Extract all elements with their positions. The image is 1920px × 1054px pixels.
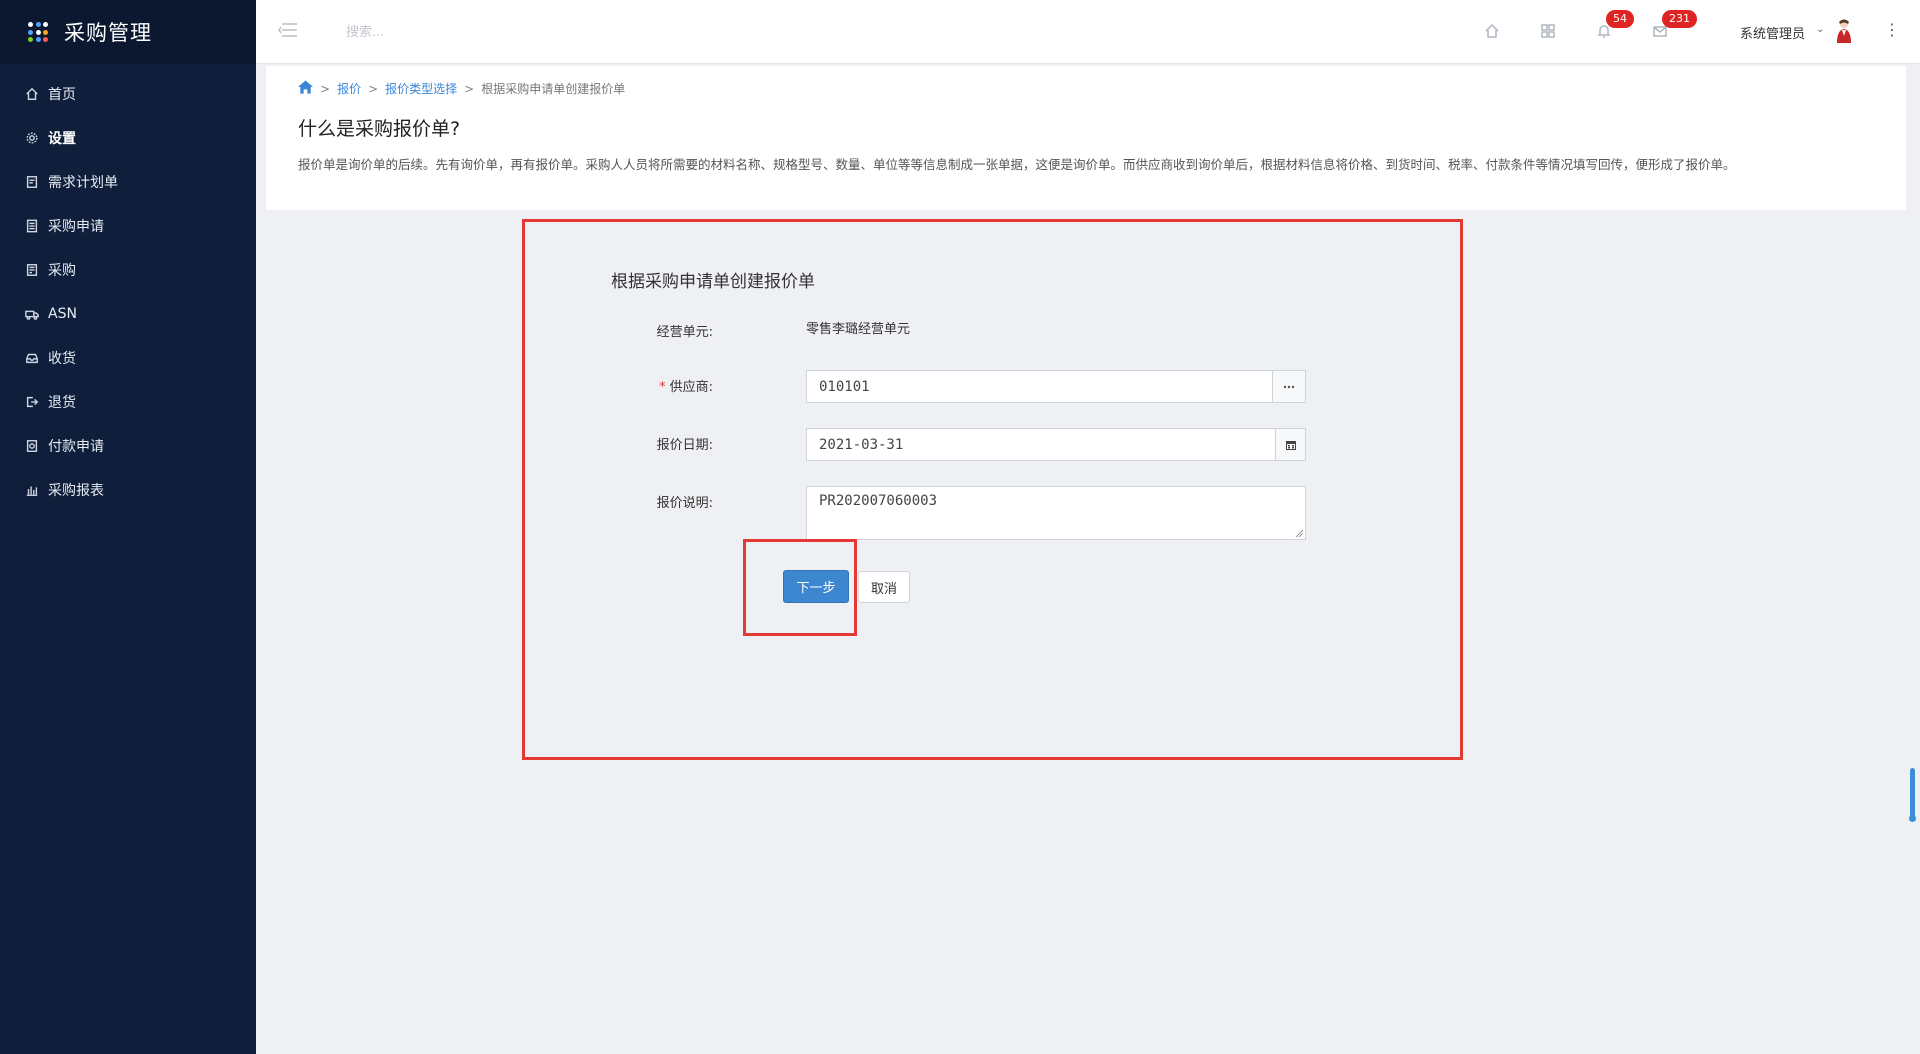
page-scrollbar-track[interactable] bbox=[1906, 64, 1920, 1054]
list-document-icon bbox=[24, 262, 40, 278]
logo-dot bbox=[35, 22, 41, 27]
truck-icon bbox=[24, 306, 40, 322]
topbar: 54 231 系统管理员 ⌄ ⋮ bbox=[256, 0, 1920, 64]
business-unit-value: 零售李璐经营单元 bbox=[806, 322, 911, 337]
inbox-icon bbox=[24, 350, 40, 366]
logo-dot bbox=[28, 29, 33, 35]
form-title: 根据采购申请单创建报价单 bbox=[611, 272, 815, 292]
message-icon[interactable]: 231 bbox=[1650, 10, 1697, 41]
document-icon bbox=[24, 174, 40, 190]
sidebar-item-6[interactable]: 收货 bbox=[0, 336, 256, 380]
sidebar-item-4[interactable]: 采购 bbox=[0, 248, 256, 292]
sidebar-header: 采购管理 bbox=[0, 0, 256, 64]
quote-date-input[interactable] bbox=[806, 428, 1276, 461]
quote-note-label: 报价说明: bbox=[656, 496, 713, 511]
gear-icon bbox=[24, 130, 40, 146]
sidebar-item-label: 退货 bbox=[48, 395, 76, 411]
breadcrumb-link-quote[interactable]: 报价 bbox=[337, 80, 361, 97]
logo-dot bbox=[43, 29, 48, 35]
resize-grip-icon[interactable] bbox=[1294, 528, 1304, 538]
supplier-input[interactable] bbox=[806, 370, 1273, 403]
sidebar-item-7[interactable]: 退货 bbox=[0, 380, 256, 424]
calendar-button[interactable] bbox=[1276, 428, 1306, 461]
supplier-lookup-button[interactable] bbox=[1273, 370, 1306, 403]
page-title: 什么是采购报价单? bbox=[298, 118, 461, 140]
supplier-label: * 供应商: bbox=[623, 376, 713, 395]
ellipsis-icon bbox=[1283, 385, 1295, 388]
breadcrumb-separator: > bbox=[464, 81, 475, 96]
breadcrumb-separator: > bbox=[320, 81, 331, 96]
page-header: > 报价 > 报价类型选择 > 根据采购申请单创建报价单 什么是采购报价单? 报… bbox=[266, 66, 1909, 210]
user-name[interactable]: 系统管理员 bbox=[1740, 23, 1805, 42]
sidebar-item-label: 采购申请 bbox=[48, 219, 104, 235]
next-step-highlight bbox=[743, 539, 857, 636]
bell-icon[interactable]: 54 bbox=[1594, 10, 1634, 41]
breadcrumb-link-quote-type[interactable]: 报价类型选择 bbox=[385, 80, 457, 97]
required-mark: * bbox=[659, 380, 666, 395]
notification-badge: 54 bbox=[1606, 10, 1634, 28]
sidebar-item-label: 收货 bbox=[48, 351, 76, 367]
sidebar-item-label: 设置 bbox=[48, 131, 76, 147]
apps-grid-icon[interactable] bbox=[28, 22, 48, 42]
home-icon[interactable] bbox=[1482, 21, 1502, 41]
breadcrumb-separator: > bbox=[368, 81, 379, 96]
form-panel: 根据采购申请单创建报价单 经营单元: 零售李璐经营单元 *供应商: 报价日期: … bbox=[522, 219, 1463, 760]
sidebar-item-0[interactable]: 首页 bbox=[0, 72, 256, 116]
logo-dot bbox=[43, 37, 48, 42]
logo-dot bbox=[43, 22, 48, 27]
sidebar-item-9[interactable]: 采购报表 bbox=[0, 468, 256, 512]
sidebar-item-label: 采购 bbox=[48, 263, 76, 279]
business-unit-label: 经营单元: bbox=[656, 325, 713, 340]
sidebar: 采购管理 首页设置需求计划单采购申请采购 ASN 收货退货付款申请采购报表 bbox=[0, 0, 256, 1054]
quote-date-label: 报价日期: bbox=[656, 438, 713, 453]
app-title: 采购管理 bbox=[64, 21, 152, 45]
sign-out-icon bbox=[24, 394, 40, 410]
search-input[interactable] bbox=[346, 20, 646, 44]
calculator-icon bbox=[24, 218, 40, 234]
cancel-button[interactable]: 取消 bbox=[858, 571, 910, 603]
sidebar-item-label: ASN bbox=[48, 306, 77, 322]
sidebar-item-label: 首页 bbox=[48, 87, 76, 103]
home-icon bbox=[24, 86, 40, 102]
sidebar-item-label: 需求计划单 bbox=[48, 175, 118, 191]
menu-toggle-icon[interactable] bbox=[278, 22, 298, 38]
logo-dot bbox=[35, 37, 41, 42]
sidebar-item-5[interactable]: ASN bbox=[0, 292, 256, 336]
more-vertical-icon[interactable]: ⋮ bbox=[1884, 20, 1900, 40]
logo-dot bbox=[28, 37, 33, 42]
breadcrumb-current: 根据采购申请单创建报价单 bbox=[481, 82, 626, 96]
quote-note-textarea[interactable]: PR202007060003 bbox=[806, 486, 1306, 540]
bar-chart-icon bbox=[24, 482, 40, 498]
calendar-icon bbox=[1285, 440, 1296, 450]
breadcrumb-home-icon[interactable] bbox=[298, 80, 313, 97]
supplier-label-text: 供应商: bbox=[669, 380, 713, 395]
chevron-down-icon[interactable]: ⌄ bbox=[1816, 24, 1824, 35]
logo-dot bbox=[28, 22, 33, 27]
sidebar-item-label: 付款申请 bbox=[48, 439, 104, 455]
page-scrollbar-thumb[interactable] bbox=[1909, 768, 1916, 822]
page-description: 报价单是询价单的后续。先有询价单，再有报价单。采购人人员将所需要的材料名称、规格… bbox=[298, 157, 1736, 172]
sidebar-nav: 首页设置需求计划单采购申请采购 ASN 收货退货付款申请采购报表 bbox=[0, 64, 256, 512]
sidebar-item-3[interactable]: 采购申请 bbox=[0, 204, 256, 248]
avatar[interactable] bbox=[1834, 18, 1854, 44]
sidebar-item-label: 采购报表 bbox=[48, 483, 104, 499]
sidebar-item-1[interactable]: 设置 bbox=[0, 116, 256, 160]
logo-dot bbox=[35, 29, 41, 35]
sidebar-item-8[interactable]: 付款申请 bbox=[0, 424, 256, 468]
breadcrumb: > 报价 > 报价类型选择 > 根据采购申请单创建报价单 bbox=[298, 80, 625, 97]
apps-icon[interactable] bbox=[1538, 21, 1558, 41]
sidebar-item-2[interactable]: 需求计划单 bbox=[0, 160, 256, 204]
payment-icon bbox=[24, 438, 40, 454]
message-badge: 231 bbox=[1662, 10, 1697, 28]
